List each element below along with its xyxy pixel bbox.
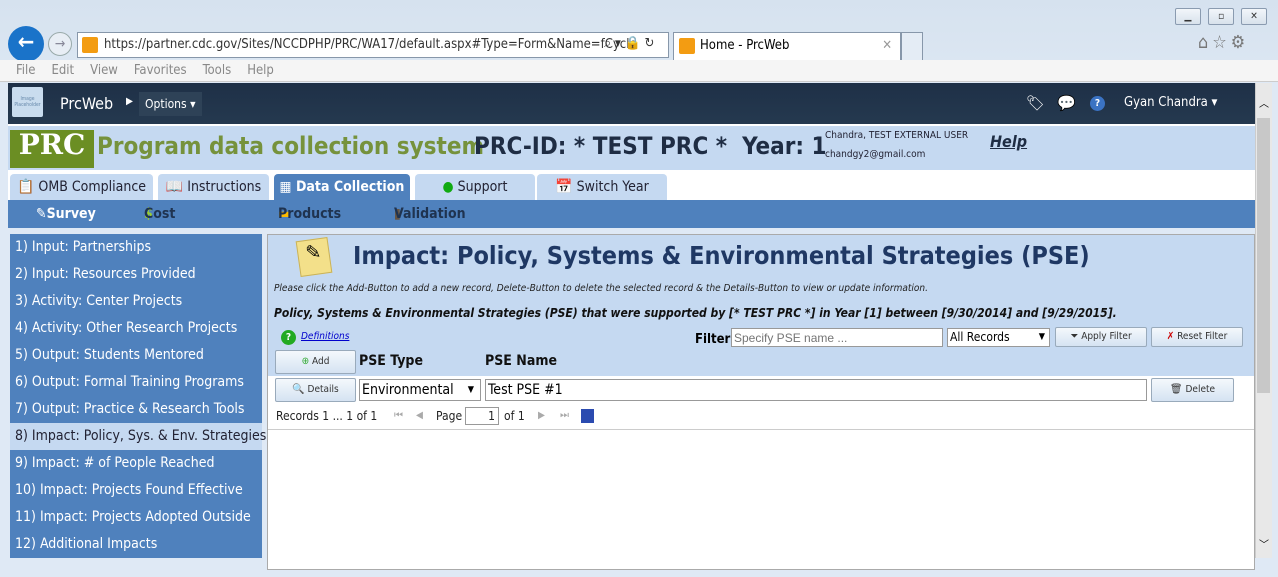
restore-button[interactable]: ▫ — [1208, 8, 1234, 25]
new-tab-button[interactable] — [901, 32, 923, 60]
sidebar-item[interactable]: 5) Output: Students Mentored — [10, 342, 262, 369]
form-title: Impact: Policy, Systems & Environmental … — [353, 241, 1090, 270]
tab-switch-year[interactable]: 📅 Switch Year — [537, 174, 667, 200]
pse-type-select[interactable]: Environmental ▼ — [359, 379, 481, 401]
sidebar-item[interactable]: 10) Impact: Projects Found Effective — [10, 477, 262, 504]
help-link[interactable]: Help — [990, 132, 1027, 151]
prev-page-icon[interactable]: ◀ — [416, 404, 423, 428]
sidebar-item[interactable]: 4) Activity: Other Research Projects — [10, 315, 262, 342]
prc-id: PRC-ID: * TEST PRC * Year: 1 — [474, 132, 827, 160]
add-button[interactable]: ⊕ Add — [275, 350, 356, 374]
menu-view[interactable]: View — [90, 63, 118, 78]
pager: Records 1 ... 1 of 1 ⏮ ◀ Page 1 of 1 ▶ ⏭ — [268, 404, 1254, 430]
user-menu[interactable]: Gyan Chandra ▾ — [1124, 95, 1217, 110]
forward-button[interactable]: → — [48, 32, 72, 56]
user-email: chandgy2@gmail.com — [825, 149, 926, 160]
url-text: https://partner.cdc.gov/Sites/NCCDPHP/PR… — [104, 37, 637, 52]
subnav-survey[interactable]: ✎ Survey — [36, 200, 96, 228]
close-window-button[interactable]: ✕ — [1241, 8, 1267, 25]
menu-edit[interactable]: Edit — [51, 63, 74, 78]
favicon-icon — [82, 37, 98, 53]
help-icon: ? — [281, 330, 296, 345]
filter-label: Filter — [695, 332, 731, 347]
chevron-right-icon: ▶ — [126, 96, 133, 107]
table-row: 🔍 Details Environmental ▼ Test PSE #1 🗑 D… — [268, 376, 1254, 404]
last-page-icon[interactable]: ⏭ — [560, 404, 569, 428]
prc-logo: PRC — [10, 130, 94, 168]
sub-nav: ✎ Survey $ Cost Analysis ▬ Products ▮ Va… — [8, 200, 1255, 250]
form-subtitle: Policy, Systems & Environmental Strategi… — [274, 306, 1117, 320]
app-logo: Image Placeholder — [12, 87, 43, 117]
page-input[interactable]: 1 — [465, 407, 499, 425]
next-page-icon[interactable]: ▶ — [538, 404, 545, 428]
sidebar-item[interactable]: 3) Activity: Center Projects — [10, 288, 262, 315]
address-bar[interactable]: https://partner.cdc.gov/Sites/NCCDPHP/PR… — [77, 32, 669, 58]
tab-omb-compliance[interactable]: 📋 OMB Compliance — [10, 174, 153, 200]
sidebar-item[interactable]: 11) Impact: Projects Adopted Outside — [10, 504, 262, 531]
app-bar: Image Placeholder PrcWeb ▶ Options ▾ 🏷 💬… — [8, 83, 1255, 124]
close-tab-icon[interactable]: ✕ — [882, 33, 892, 59]
sidebar-item-selected[interactable]: 8) Impact: Policy, Sys. & Env. Strategie… — [10, 423, 266, 450]
menu-bar: File Edit View Favorites Tools Help — [0, 60, 1278, 82]
page-title: Program data collection system — [97, 132, 484, 160]
app-title[interactable]: PrcWeb — [60, 94, 113, 113]
home-favorites-settings-icons[interactable]: ⌂☆⚙ — [1198, 32, 1249, 53]
tab-data-collection[interactable]: ▦ Data Collection — [274, 174, 410, 200]
delete-button[interactable]: 🗑 Delete — [1151, 378, 1234, 402]
menu-favorites[interactable]: Favorites — [134, 63, 187, 78]
sidebar-item[interactable]: 12) Additional Impacts — [10, 531, 262, 558]
notepad-icon: ✎ — [295, 236, 333, 278]
favicon-icon — [679, 38, 695, 54]
scrollbar-thumb[interactable] — [1257, 118, 1270, 393]
instructions-text: Please click the Add-Button to add a new… — [274, 283, 928, 294]
help-icon[interactable]: ? — [1090, 96, 1105, 111]
sidebar-item[interactable]: 6) Output: Formal Training Programs — [10, 369, 262, 396]
reset-filter-button[interactable]: ✗ Reset Filter — [1151, 327, 1243, 347]
column-header-pse-name: PSE Name — [485, 353, 557, 369]
tag-icon[interactable]: 🏷 — [1026, 94, 1045, 112]
main-panel: ✎ Impact: Policy, Systems & Environmenta… — [267, 234, 1255, 570]
tab-title: Home - PrcWeb — [700, 38, 790, 53]
sidebar-item[interactable]: 7) Output: Practice & Research Tools — [10, 396, 262, 423]
support-icon: ● — [442, 179, 454, 195]
first-page-icon[interactable]: ⏮ — [394, 404, 403, 428]
filter-input[interactable] — [731, 328, 943, 347]
chat-icon[interactable]: 💬 — [1057, 94, 1076, 112]
filter-select[interactable]: All Records ▼ — [947, 328, 1050, 347]
menu-tools[interactable]: Tools — [203, 63, 232, 78]
menu-file[interactable]: File — [16, 63, 35, 78]
tab-instructions[interactable]: 📖 Instructions — [158, 174, 269, 200]
sidebar: 1) Input: Partnerships 2) Input: Resourc… — [10, 234, 266, 558]
browser-tab[interactable]: Home - PrcWeb ✕ — [673, 32, 901, 60]
save-icon[interactable] — [581, 409, 594, 423]
scroll-down-icon[interactable]: ﹀ — [1259, 536, 1269, 551]
scroll-up-icon[interactable]: ︿ — [1259, 95, 1269, 110]
page-total: of 1 — [504, 409, 525, 423]
main-tabs: 📋 OMB Compliance 📖 Instructions ▦ Data C… — [8, 170, 1255, 200]
minimize-button[interactable]: ▁ — [1175, 8, 1201, 25]
user-name: Chandra, TEST EXTERNAL USER — [825, 130, 969, 141]
options-menu[interactable]: Options ▾ — [139, 92, 202, 116]
records-count: Records 1 ... 1 of 1 — [276, 409, 378, 423]
menu-help[interactable]: Help — [247, 63, 274, 78]
form-header: ✎ Impact: Policy, Systems & Environmenta… — [268, 235, 1254, 376]
apply-filter-button[interactable]: ⏷ Apply Filter — [1055, 327, 1147, 347]
column-header-pse-type: PSE Type — [359, 353, 423, 369]
page-label: Page — [436, 409, 463, 423]
sidebar-item[interactable]: 2) Input: Resources Provided — [10, 261, 262, 288]
back-button[interactable]: ← — [8, 26, 44, 62]
page-header: PRC Program data collection system PRC-I… — [8, 124, 1255, 170]
search-refresh-icons[interactable]: ⌕ ▾ 🔒 ↻ — [604, 36, 654, 51]
pse-name-input[interactable]: Test PSE #1 — [485, 379, 1147, 401]
definitions-link[interactable]: Definitions — [301, 331, 349, 342]
tab-support[interactable]: ● Support — [415, 174, 535, 200]
sidebar-item[interactable]: 9) Impact: # of People Reached — [10, 450, 262, 477]
details-button[interactable]: 🔍 Details — [275, 378, 356, 402]
sidebar-item[interactable]: 1) Input: Partnerships — [10, 234, 262, 261]
